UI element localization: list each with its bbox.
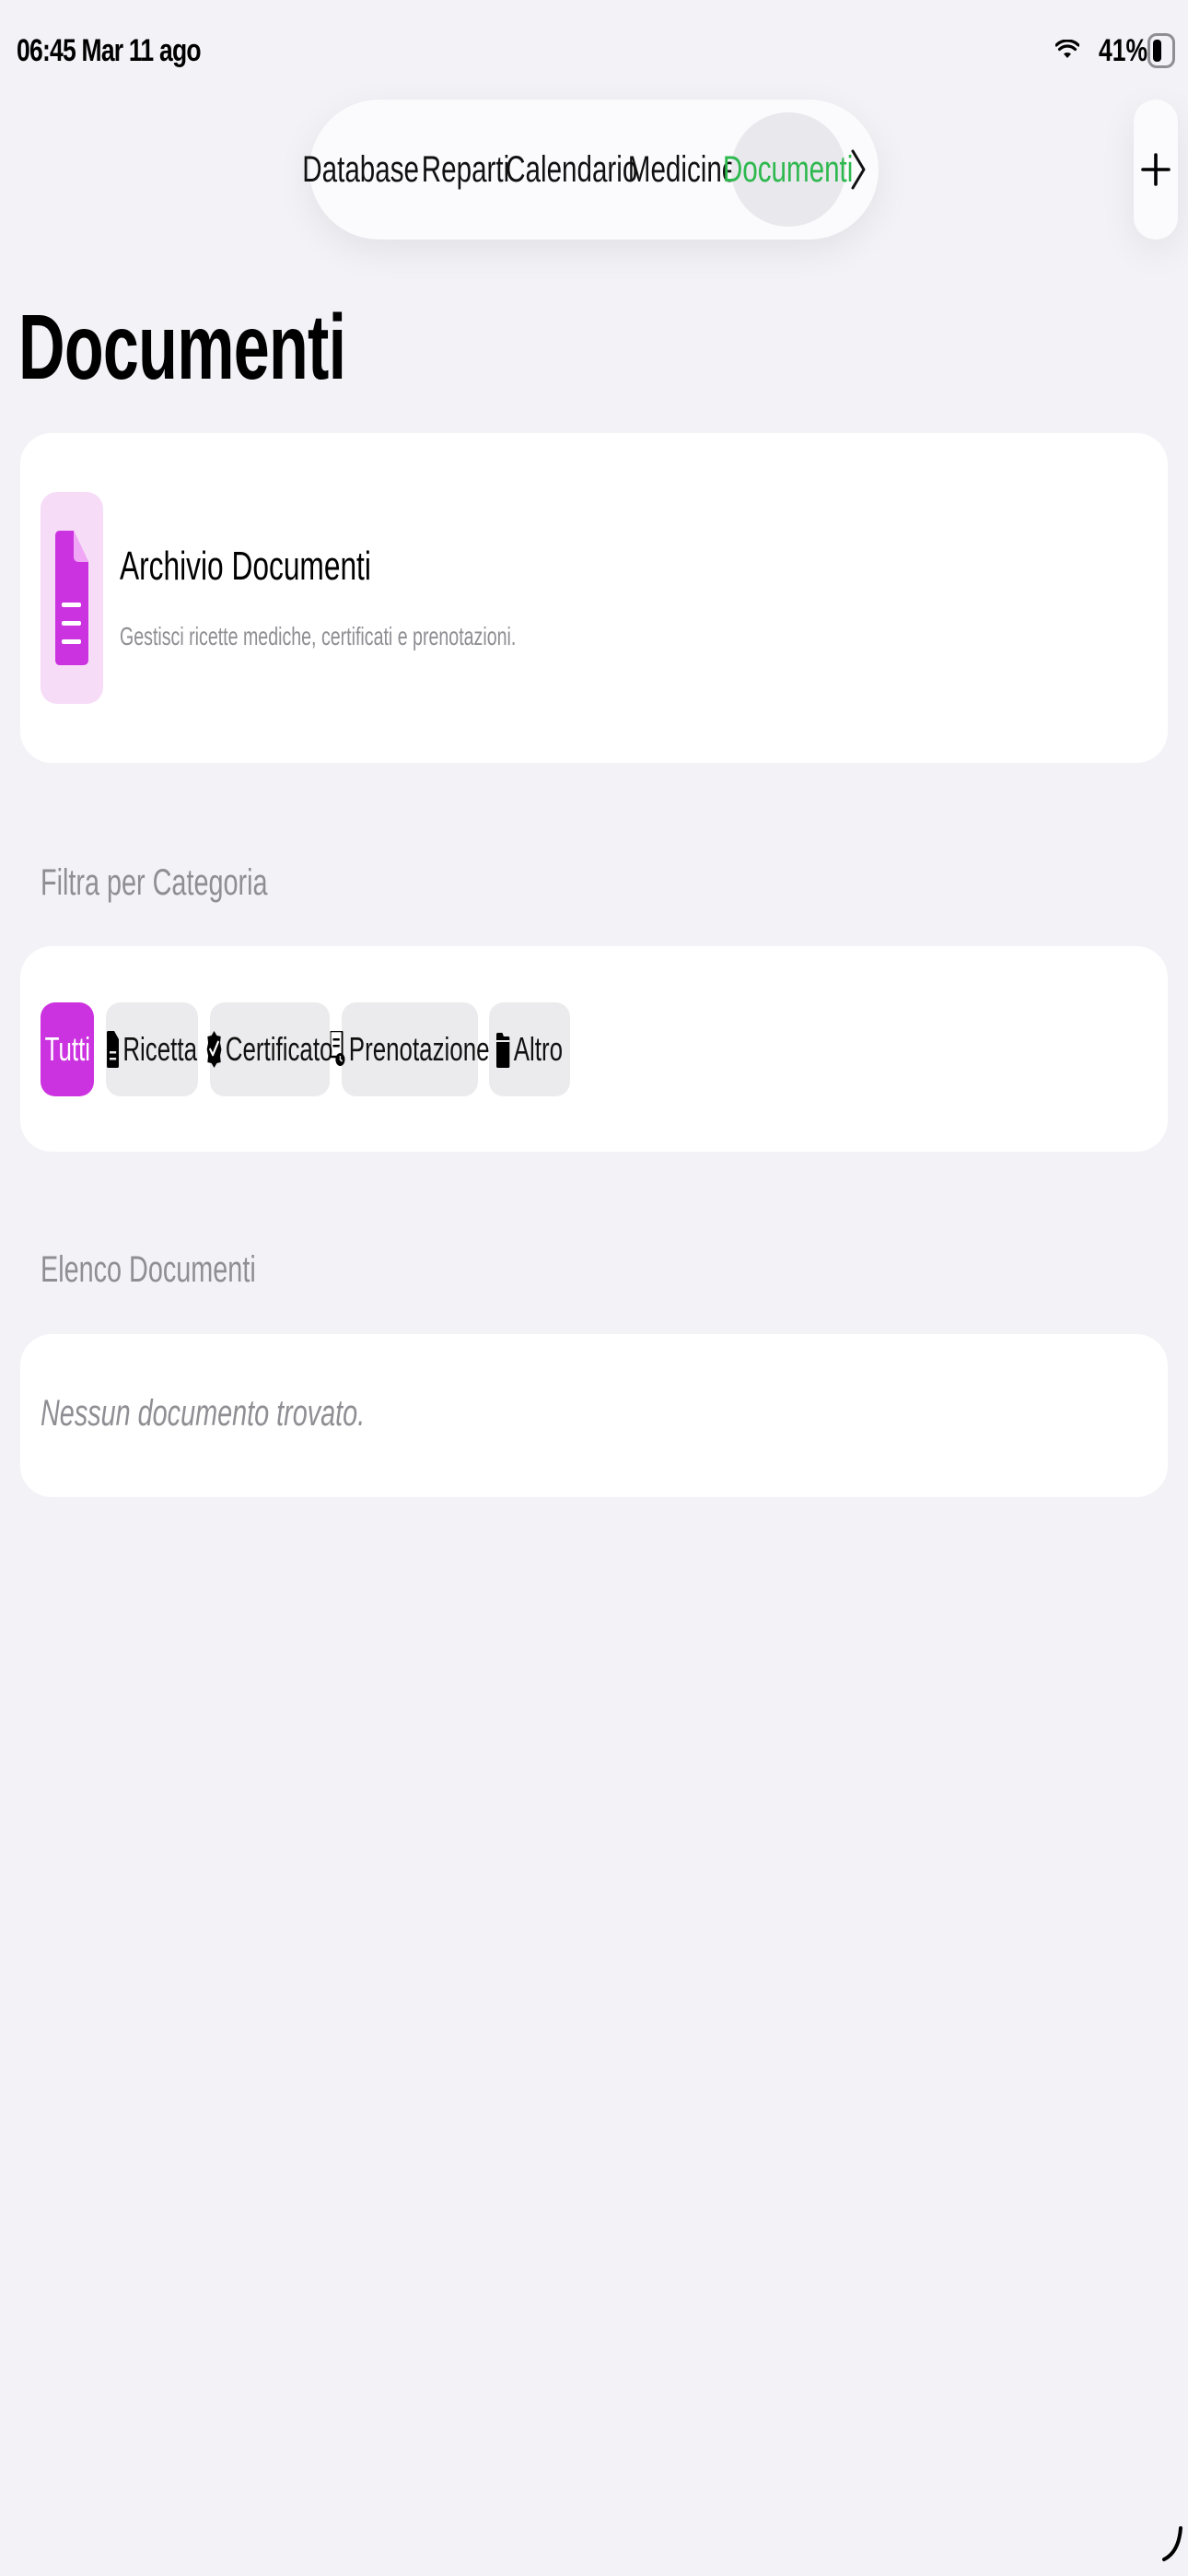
battery-icon xyxy=(1147,33,1175,68)
status-time: 06:45 Mar 11 ago xyxy=(17,33,202,68)
add-document-button[interactable] xyxy=(1134,100,1178,240)
tab-documenti[interactable]: Documenti xyxy=(723,112,854,227)
document-icon xyxy=(55,531,88,665)
document-list-card: Nessun documento trovato. xyxy=(20,1334,1168,1497)
archive-card: Archivio Documenti Gestisci ricette medi… xyxy=(20,433,1168,763)
filter-section-header: Filtra per Categoria xyxy=(41,862,268,903)
checkmark-seal-icon xyxy=(206,1031,222,1068)
filter-chip-tutti[interactable]: Tutti xyxy=(41,1002,94,1096)
wifi-icon xyxy=(1054,40,1079,58)
archive-subtitle: Gestisci ricette mediche, certificati e … xyxy=(120,622,517,650)
folder-icon xyxy=(495,1033,510,1068)
filter-chip-altro[interactable]: Altro xyxy=(489,1002,570,1096)
chip-label: Prenotazione xyxy=(348,1030,490,1068)
tab-label: Calendario xyxy=(506,148,638,190)
chip-label: Certificato xyxy=(225,1030,333,1068)
tab-label: Documenti xyxy=(723,148,854,190)
tab-bar: Database Reparti Calendario Medicine Doc… xyxy=(303,100,879,240)
filter-card: Tutti Ricetta Certificato Prenotazione A… xyxy=(20,946,1168,1152)
battery-percentage: 41% xyxy=(1098,32,1147,68)
list-section-header: Elenco Documenti xyxy=(41,1249,256,1290)
status-indicators: 41% xyxy=(1054,31,1175,70)
tab-label: Database xyxy=(302,148,420,190)
calendar-document-icon xyxy=(330,1031,345,1066)
document-icon xyxy=(107,1031,119,1068)
tab-medicine[interactable]: Medicine xyxy=(628,112,737,227)
chip-label: Tutti xyxy=(44,1030,90,1068)
archive-title: Archivio Documenti xyxy=(120,544,371,589)
tab-calendario[interactable]: Calendario xyxy=(506,112,637,227)
archive-icon-container xyxy=(41,492,103,704)
chevron-right-icon[interactable] xyxy=(847,146,869,193)
filter-chip-ricetta[interactable]: Ricetta xyxy=(106,1002,198,1096)
empty-state-message: Nessun documento trovato. xyxy=(41,1393,366,1434)
resize-handle-icon[interactable] xyxy=(1162,2524,1184,2561)
chip-label: Altro xyxy=(513,1030,564,1068)
plus-icon xyxy=(1141,153,1171,186)
chip-label: Ricetta xyxy=(122,1030,197,1068)
tab-database[interactable]: Database xyxy=(303,112,420,227)
page-title: Documenti xyxy=(18,296,346,399)
filter-chip-prenotazione[interactable]: Prenotazione xyxy=(330,1002,489,1096)
filter-chip-certificato[interactable]: Certificato xyxy=(206,1002,333,1096)
tab-label: Medicine xyxy=(627,148,738,190)
tab-label: Reparti xyxy=(421,148,509,190)
tab-reparti[interactable]: Reparti xyxy=(421,112,508,227)
